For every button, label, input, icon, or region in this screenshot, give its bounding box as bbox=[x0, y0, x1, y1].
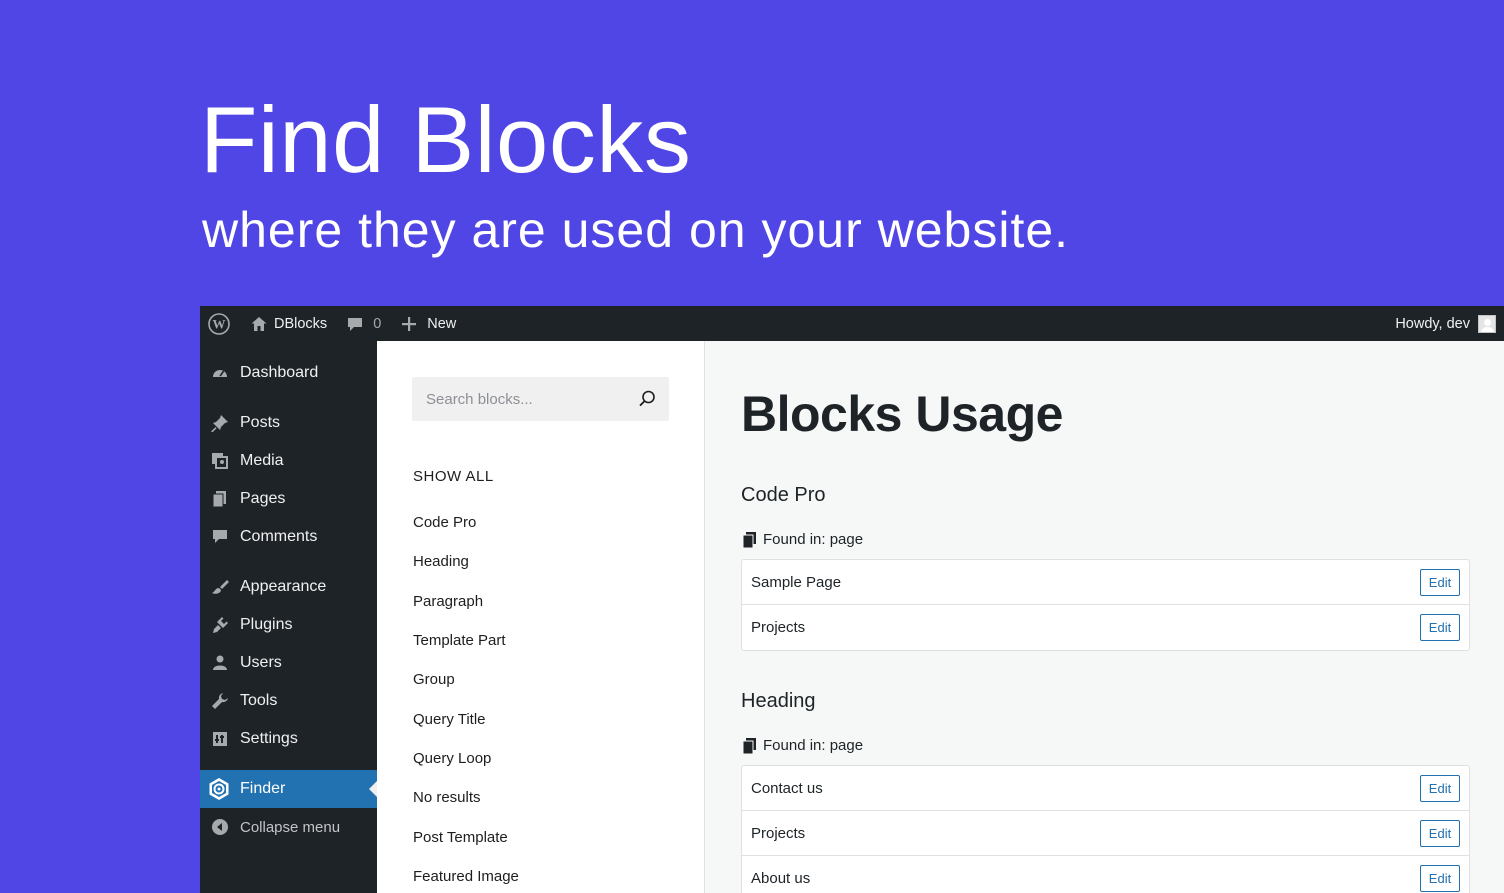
admin-bar: W DBlocks 0 New Howdy, dev bbox=[200, 306, 1504, 341]
sidebar-item-posts[interactable]: Posts bbox=[200, 404, 377, 442]
sidebar-item-label: Settings bbox=[240, 730, 298, 747]
found-in-label: Found in: page bbox=[742, 737, 863, 754]
new-content-link[interactable]: New bbox=[389, 306, 464, 341]
table-row: Contact us Edit bbox=[742, 766, 1469, 811]
edit-button[interactable]: Edit bbox=[1420, 865, 1460, 892]
comments-count: 0 bbox=[373, 315, 382, 332]
block-link-paragraph[interactable]: Paragraph bbox=[413, 593, 483, 610]
block-link-group[interactable]: Group bbox=[413, 671, 455, 688]
sidebar-item-label: Media bbox=[240, 452, 284, 469]
sidebar-item-comments[interactable]: Comments bbox=[200, 518, 377, 556]
comment-icon bbox=[210, 527, 230, 547]
sidebar-item-finder[interactable]: Finder bbox=[200, 770, 377, 808]
row-title: Projects bbox=[751, 824, 806, 842]
wordpress-admin-window: W DBlocks 0 New Howdy, dev Dashboard Pos… bbox=[200, 306, 1504, 893]
plugin-icon bbox=[210, 615, 230, 635]
hero-subtitle: where they are used on your website. bbox=[202, 202, 1070, 258]
sidebar-item-label: Appearance bbox=[240, 578, 327, 595]
media-icon bbox=[210, 451, 230, 471]
wrench-icon bbox=[210, 691, 230, 711]
search-icon[interactable] bbox=[637, 389, 657, 409]
table-row: Sample Page Edit bbox=[742, 560, 1469, 605]
block-link-code-pro[interactable]: Code Pro bbox=[413, 514, 476, 531]
site-name-link[interactable]: DBlocks bbox=[238, 306, 335, 341]
usage-card: Contact us Edit Projects Edit About us E… bbox=[741, 765, 1470, 893]
found-in-text: Found in: page bbox=[763, 531, 864, 548]
sidebar-item-media[interactable]: Media bbox=[200, 442, 377, 480]
block-link-query-title[interactable]: Query Title bbox=[413, 711, 486, 728]
block-group-title: Heading bbox=[741, 690, 816, 712]
collapse-menu-button[interactable]: Collapse menu bbox=[200, 808, 377, 846]
edit-button[interactable]: Edit bbox=[1420, 614, 1460, 641]
page-title: Blocks Usage bbox=[741, 386, 1063, 442]
sidebar-item-label: Finder bbox=[240, 780, 286, 797]
sidebar-item-label: Collapse menu bbox=[240, 818, 341, 836]
search-box bbox=[412, 377, 669, 421]
sidebar-item-dashboard[interactable]: Dashboard bbox=[200, 354, 377, 392]
pin-icon bbox=[210, 413, 230, 433]
sidebar-item-users[interactable]: Users bbox=[200, 644, 377, 682]
site-name-label: DBlocks bbox=[274, 315, 328, 332]
wordpress-logo-icon: W bbox=[208, 312, 230, 335]
show-all-link[interactable]: SHOW ALL bbox=[413, 468, 494, 485]
avatar bbox=[1478, 314, 1496, 333]
block-link-post-template[interactable]: Post Template bbox=[413, 829, 508, 846]
dashboard-icon bbox=[210, 363, 230, 383]
row-title: Projects bbox=[751, 619, 806, 636]
pages-icon bbox=[742, 737, 756, 754]
plus-icon bbox=[402, 316, 417, 331]
sidebar-item-label: Tools bbox=[240, 692, 278, 709]
finder-icon bbox=[207, 777, 231, 801]
new-label: New bbox=[427, 315, 457, 332]
edit-button[interactable]: Edit bbox=[1420, 775, 1460, 802]
row-title: Contact us bbox=[751, 779, 823, 797]
sidebar-item-settings[interactable]: Settings bbox=[200, 720, 377, 758]
blocks-panel: SHOW ALL Code Pro Heading Paragraph Temp… bbox=[377, 341, 705, 893]
pages-icon bbox=[210, 489, 230, 509]
row-title: About us bbox=[751, 870, 811, 887]
home-icon bbox=[251, 316, 267, 331]
svg-text:W: W bbox=[213, 316, 226, 331]
collapse-icon bbox=[210, 817, 230, 837]
sidebar-item-appearance[interactable]: Appearance bbox=[200, 568, 377, 606]
settings-icon bbox=[210, 729, 230, 749]
sidebar-item-label: Comments bbox=[240, 528, 318, 545]
block-link-no-results[interactable]: No results bbox=[413, 789, 481, 806]
table-row: Projects Edit bbox=[742, 605, 1469, 650]
comments-link[interactable]: 0 bbox=[335, 306, 389, 341]
table-row: About us Edit bbox=[742, 856, 1469, 893]
wordpress-logo-button[interactable]: W bbox=[200, 306, 238, 341]
block-link-featured-image[interactable]: Featured Image bbox=[413, 868, 519, 885]
block-link-template-part[interactable]: Template Part bbox=[413, 632, 506, 649]
sidebar-item-pages[interactable]: Pages bbox=[200, 480, 377, 518]
sidebar-item-label: Pages bbox=[240, 490, 286, 507]
brush-icon bbox=[210, 577, 230, 597]
sidebar-item-label: Posts bbox=[240, 414, 281, 431]
sidebar-item-tools[interactable]: Tools bbox=[200, 682, 377, 720]
usage-card: Sample Page Edit Projects Edit bbox=[741, 559, 1470, 651]
row-title: Sample Page bbox=[751, 573, 842, 591]
edit-button[interactable]: Edit bbox=[1420, 820, 1460, 847]
howdy-greeting: Howdy, dev bbox=[1395, 315, 1470, 332]
pages-icon bbox=[742, 531, 756, 548]
found-in-text: Found in: page bbox=[763, 737, 864, 754]
comment-bubble-icon bbox=[348, 317, 363, 331]
block-group-title: Code Pro bbox=[741, 484, 826, 506]
found-in-label: Found in: page bbox=[742, 531, 863, 548]
sidebar-item-label: Plugins bbox=[240, 616, 293, 633]
sidebar-item-label: Users bbox=[240, 654, 282, 671]
edit-button[interactable]: Edit bbox=[1420, 569, 1460, 596]
user-icon bbox=[210, 653, 230, 673]
block-link-heading[interactable]: Heading bbox=[413, 553, 469, 570]
table-row: Projects Edit bbox=[742, 811, 1469, 856]
sidebar-item-plugins[interactable]: Plugins bbox=[200, 606, 377, 644]
blocks-usage-content: Blocks Usage Code Pro Found in: page Sam… bbox=[706, 341, 1504, 893]
block-link-query-loop[interactable]: Query Loop bbox=[413, 750, 491, 767]
account-menu[interactable]: Howdy, dev bbox=[1395, 314, 1504, 333]
search-input[interactable] bbox=[426, 390, 626, 408]
sidebar-item-label: Dashboard bbox=[240, 364, 319, 381]
admin-sidebar: Dashboard Posts Media Pages Comments App… bbox=[200, 341, 377, 893]
hero-title: Find Blocks bbox=[200, 87, 692, 192]
